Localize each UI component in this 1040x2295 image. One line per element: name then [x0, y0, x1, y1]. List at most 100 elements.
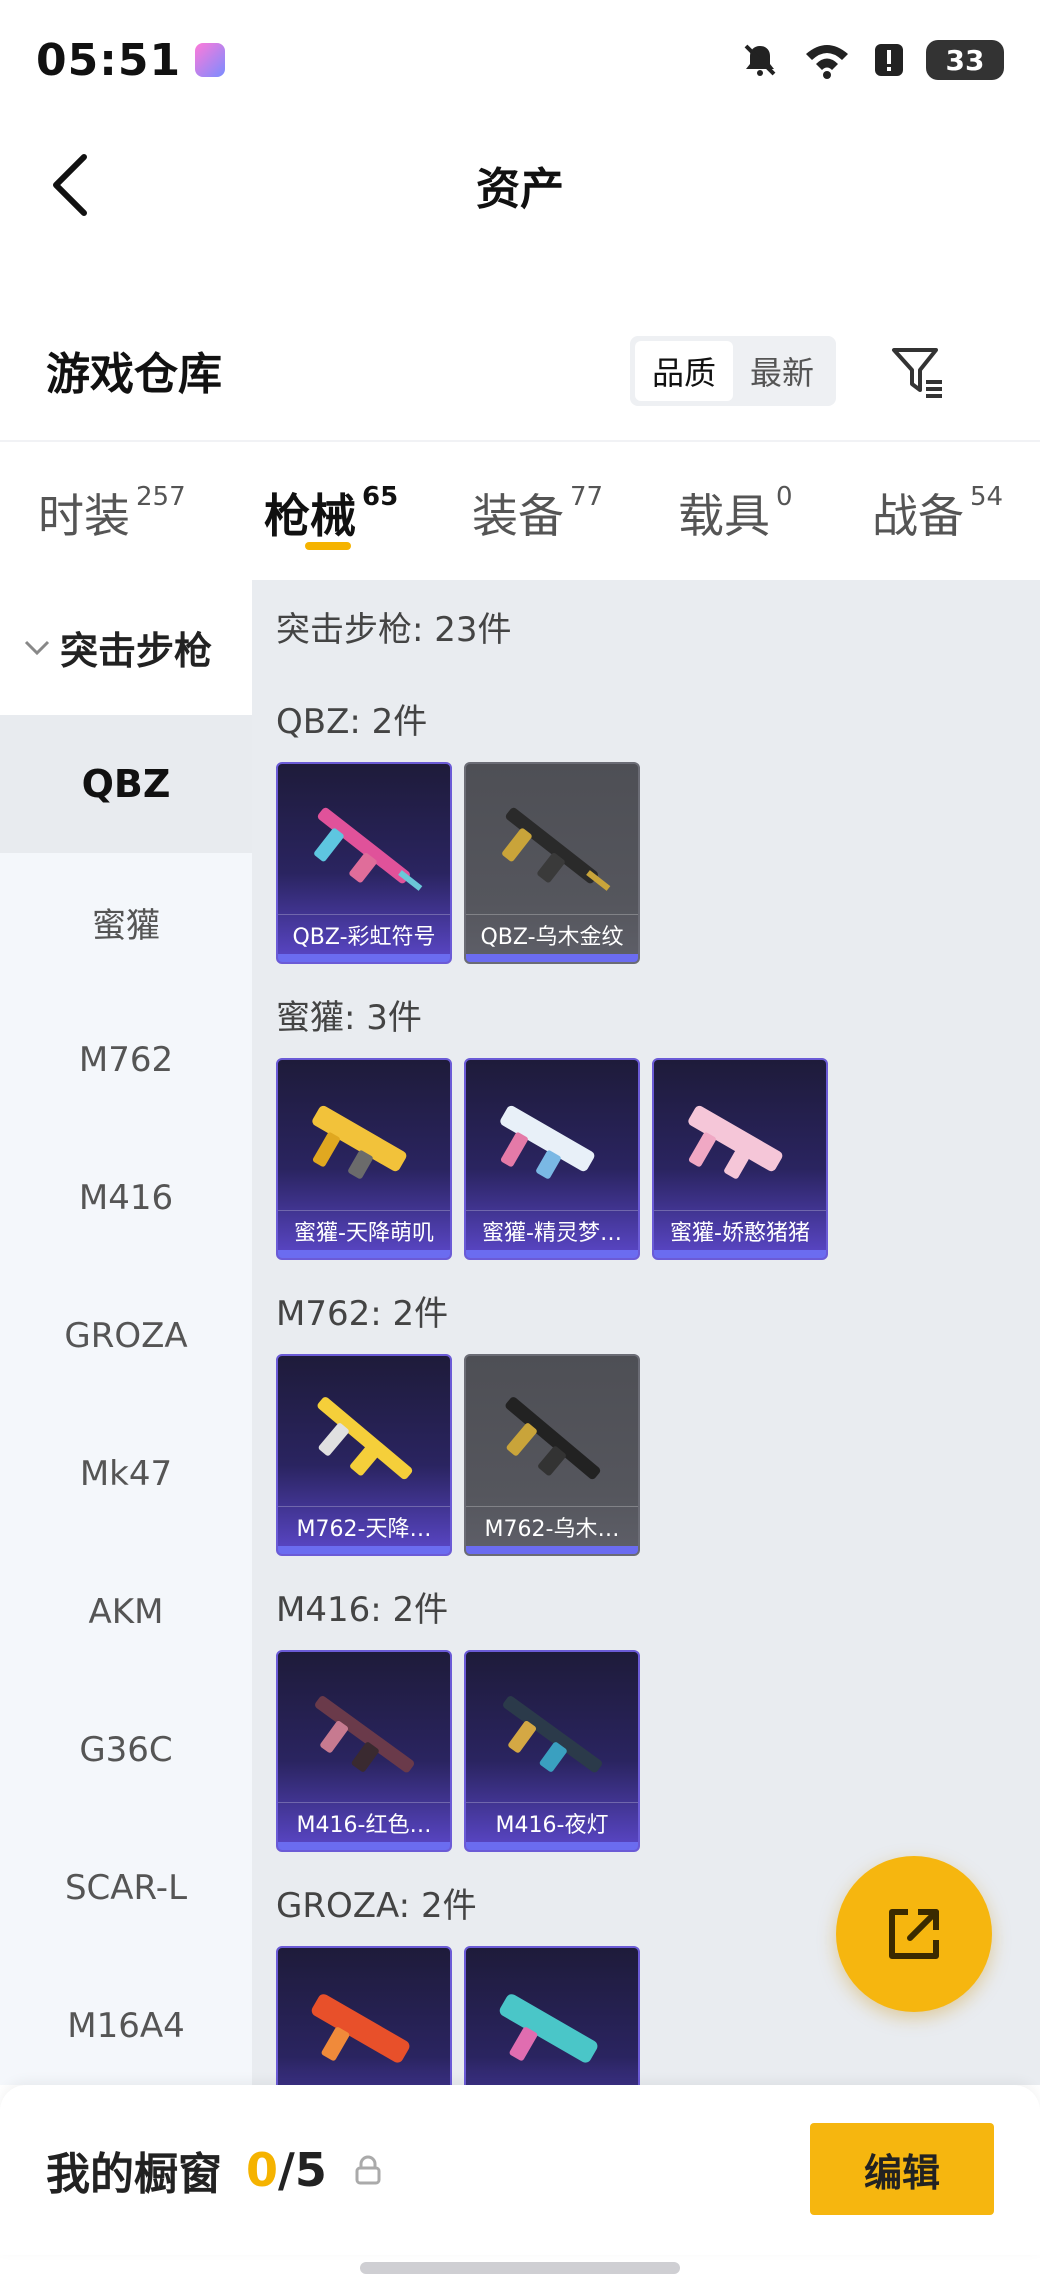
skin-card[interactable]: M762-乌木…: [464, 1354, 640, 1556]
sidebar-item-honey-badger[interactable]: 蜜獾: [0, 853, 252, 991]
tab-supplies[interactable]: 战备 54: [872, 480, 1003, 546]
rifle-icon: [311, 1994, 410, 2063]
lock-icon: [353, 2155, 383, 2185]
tab-firearms[interactable]: 枪械 65: [264, 480, 398, 546]
group-label-groza: GROZA: 2件: [276, 1886, 477, 1926]
sidebar-item-groza[interactable]: GROZA: [0, 1267, 252, 1405]
sidebar-item-mk47[interactable]: Mk47: [0, 1405, 252, 1543]
skin-name: M762-天降…: [278, 1506, 450, 1546]
sidebar-item-scar-l[interactable]: SCAR-L: [0, 1819, 252, 1957]
skin-card[interactable]: M416-红色…: [276, 1650, 452, 1852]
sidebar-group-assault-rifle[interactable]: 突击步枪: [0, 580, 252, 715]
showcase-count: 0/5: [246, 2143, 327, 2197]
tab-label: 装备: [472, 489, 564, 543]
page-title: 资产: [476, 164, 564, 215]
sort-quality-option[interactable]: 品质: [635, 341, 733, 401]
tab-vehicles[interactable]: 载具 0: [678, 480, 793, 546]
sidebar-item-m762[interactable]: M762: [0, 991, 252, 1129]
tab-count: 54: [970, 482, 1004, 512]
skin-card[interactable]: QBZ-乌木金纹: [464, 762, 640, 964]
sidebar-group-label: 突击步枪: [60, 629, 213, 673]
sidebar-item-akm[interactable]: AKM: [0, 1543, 252, 1681]
skin-name: QBZ-乌木金纹: [466, 914, 638, 954]
tab-count: 257: [136, 482, 186, 512]
skin-name: M762-乌木…: [466, 1506, 638, 1546]
rifle-icon: [317, 1397, 413, 1480]
skin-name: QBZ-彩虹符号: [278, 914, 450, 954]
showcase-total: /5: [278, 2143, 327, 2197]
skin-card[interactable]: 蜜獾-娇憨猪猪: [652, 1058, 828, 1260]
rarity-bar: [278, 1546, 450, 1554]
skin-name: 蜜獾-天降萌叽: [278, 1210, 450, 1250]
tab-label: 枪械: [264, 489, 356, 543]
rifle-icon: [315, 1696, 414, 1773]
wifi-icon: [802, 40, 852, 80]
chevron-left-icon: [53, 154, 87, 216]
skin-card[interactable]: [276, 1946, 452, 2085]
group-label-qbz: QBZ: 2件: [276, 702, 428, 742]
skin-card[interactable]: QBZ-彩虹符号: [276, 762, 452, 964]
sort-newest-option[interactable]: 最新: [733, 341, 831, 401]
tab-label: 载具: [678, 489, 770, 543]
skin-card[interactable]: M762-天降…: [276, 1354, 452, 1556]
filter-icon: [892, 348, 942, 398]
warehouse-row: 游戏仓库 品质 最新: [0, 320, 1040, 420]
tab-label: 时装: [38, 489, 130, 543]
tab-count: 77: [570, 482, 604, 512]
group-label-m762: M762: 2件: [276, 1294, 449, 1334]
sidebar-item-qbz[interactable]: QBZ: [0, 715, 252, 853]
category-summary: 突击步枪: 23件: [276, 610, 512, 650]
edit-button[interactable]: 编辑: [810, 2123, 994, 2215]
skin-name: 蜜獾-精灵梦…: [466, 1210, 638, 1250]
top-header: 资产: [0, 120, 1040, 250]
chevron-down-icon: [22, 633, 52, 663]
rifle-icon: [314, 807, 423, 891]
skin-card[interactable]: [464, 1946, 640, 2085]
share-fab-button[interactable]: [836, 1856, 992, 2012]
group-label-m416: M416: 2件: [276, 1590, 449, 1630]
app-notification-icon: [195, 43, 226, 77]
warehouse-title: 游戏仓库: [46, 349, 222, 400]
rifle-icon: [500, 1105, 595, 1179]
skin-name: 蜜獾-娇憨猪猪: [654, 1210, 826, 1250]
share-external-icon: [889, 1909, 939, 1959]
home-indicator[interactable]: [360, 2262, 680, 2274]
skin-card[interactable]: 蜜獾-精灵梦…: [464, 1058, 640, 1260]
sidebar-item-m416[interactable]: M416: [0, 1129, 252, 1267]
tab-count: 65: [362, 482, 399, 512]
tab-count: 0: [776, 482, 793, 512]
filter-button[interactable]: [888, 342, 948, 402]
tab-equipment[interactable]: 装备 77: [472, 480, 603, 546]
rarity-bar: [278, 1842, 450, 1850]
rifle-icon: [312, 1105, 407, 1179]
showcase-label: 我的橱窗: [46, 2149, 222, 2200]
rifle-icon: [499, 1994, 598, 2063]
rifle-icon: [688, 1105, 783, 1179]
skin-card[interactable]: M416-夜灯: [464, 1650, 640, 1852]
group-label-honey-badger: 蜜獾: 3件: [276, 998, 422, 1038]
rarity-bar: [278, 954, 450, 962]
showcase-bar: 我的橱窗 0/5 编辑: [0, 2085, 1040, 2255]
alert-icon: [874, 40, 904, 80]
status-icons: 33: [740, 40, 1004, 80]
battery-indicator: 33: [926, 40, 1004, 80]
mute-bell-icon: [740, 40, 780, 80]
rarity-bar: [466, 1842, 638, 1850]
rarity-bar: [654, 1250, 826, 1258]
category-tabs: 时装 257 枪械 65 装备 77 载具 0 战备 54: [0, 440, 1040, 580]
skin-name: M416-夜灯: [466, 1802, 638, 1842]
showcase-used: 0: [246, 2143, 279, 2197]
sort-toggle: 品质 最新: [630, 336, 836, 406]
skin-card[interactable]: 蜜獾-天降萌叽: [276, 1058, 452, 1260]
active-tab-indicator: [305, 542, 351, 550]
rifle-icon: [503, 1696, 602, 1773]
rarity-bar: [278, 1250, 450, 1258]
rarity-bar: [466, 954, 638, 962]
status-time: 05:51: [36, 34, 182, 86]
skin-name: M416-红色…: [278, 1802, 450, 1842]
sidebar-item-m16a4[interactable]: M16A4: [0, 1957, 252, 2095]
sidebar-item-g36c[interactable]: G36C: [0, 1681, 252, 1819]
tab-fashion[interactable]: 时装 257: [38, 480, 186, 546]
back-button[interactable]: [40, 150, 100, 220]
rarity-bar: [466, 1250, 638, 1258]
